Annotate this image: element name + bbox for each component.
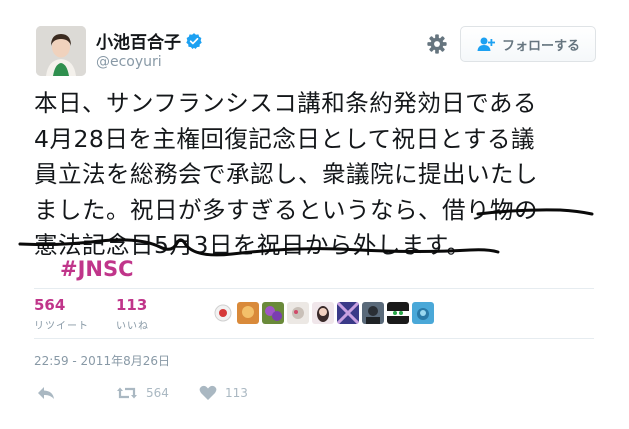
retweet-label: リツイート [34,321,89,332]
liker-avatar[interactable] [212,302,234,324]
retweet-stat[interactable]: 564 リツイート [34,296,89,332]
like-count: 113 [116,296,148,314]
author-name[interactable]: 小池百合子 [96,28,181,53]
verified-badge-icon [186,32,202,49]
divider [34,288,594,289]
retweet-action-count: 564 [146,386,169,400]
liker-avatars [212,302,434,324]
reply-icon [38,387,54,399]
tweet-text: 本日、サンフランシスコ講和条約発効日である 4月28日を主権回復記念日として祝日… [34,86,604,264]
reply-button[interactable] [36,385,56,401]
retweet-count: 564 [34,296,66,314]
like-button[interactable]: 113 [199,385,248,401]
tweet-timestamp[interactable]: 22:59 - 2011年8月26日 [34,352,170,369]
retweet-button[interactable]: 564 [116,385,169,401]
liker-avatar[interactable] [262,302,284,324]
retweet-icon [117,387,137,399]
tweet-text-line: 員立法を総務会で承認し、衆議院に提出いたし [34,160,538,188]
like-label: いいね [116,321,149,332]
heart-icon [199,385,217,400]
tweet-text-line: ました。祝日が多すぎるというなら、借り物の [34,195,538,224]
liker-avatar[interactable] [337,302,359,324]
follow-button[interactable]: フォローする [460,26,596,62]
divider [34,338,594,339]
hashtag-link[interactable]: #JNSC [60,257,134,281]
liker-avatar[interactable] [287,302,309,324]
follow-button-label: フォローする [501,38,580,54]
liker-avatar[interactable] [387,302,409,324]
tweet-text-line: 4月28日を主権回復記念日として祝日とする議 [34,124,535,153]
liker-avatar[interactable] [362,302,384,324]
gear-icon[interactable] [426,33,448,55]
tweet-text-line: 本日、サンフランシスコ講和条約発効日である [34,89,538,117]
liker-avatar[interactable] [412,302,434,324]
add-user-icon [477,37,495,51]
like-action-count: 113 [225,386,248,400]
like-stat[interactable]: 113 いいね [116,296,149,332]
author-avatar[interactable] [36,26,86,76]
liker-avatar[interactable] [237,302,259,324]
liker-avatar[interactable] [312,302,334,324]
author-handle[interactable]: @ecoyuri [96,54,162,70]
author-name-row[interactable]: 小池百合子 [96,28,203,53]
